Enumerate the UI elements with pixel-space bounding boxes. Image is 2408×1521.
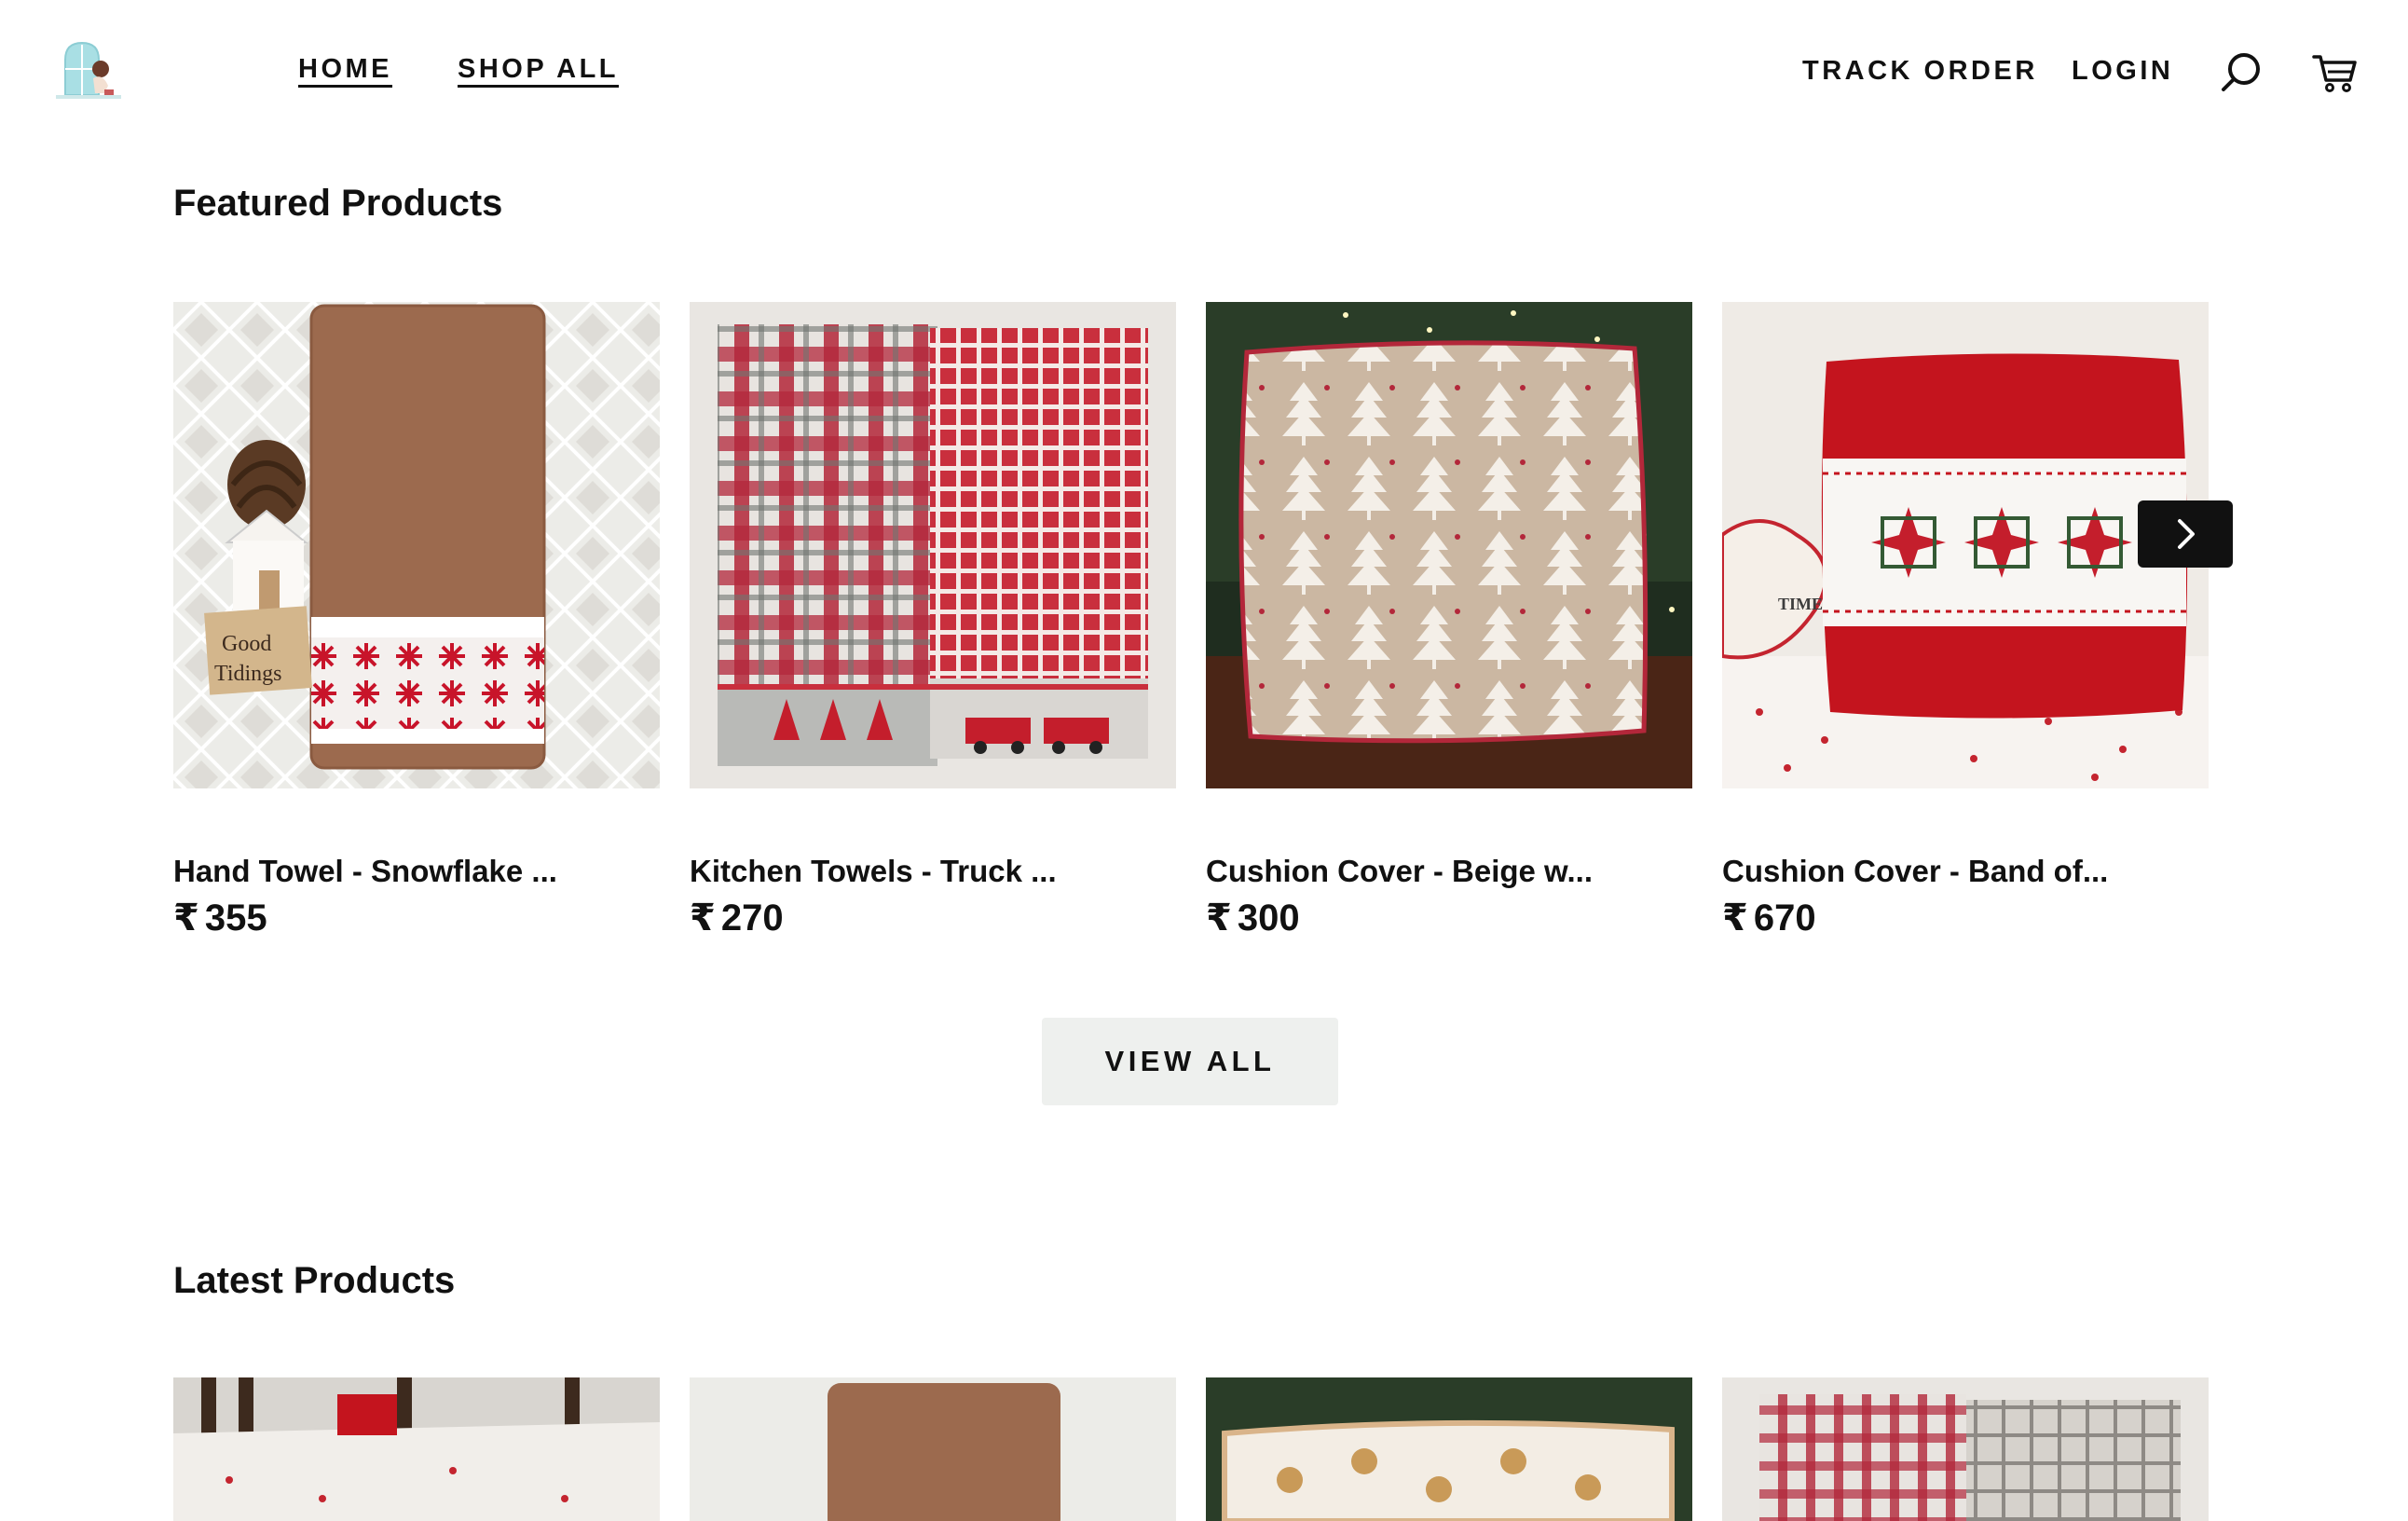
product-card[interactable]: Good Tidings Hand Towel - Snowflake ... …: [173, 302, 660, 939]
currency-symbol: ₹: [1722, 898, 1748, 939]
product-image[interactable]: TIME: [1722, 302, 2209, 788]
chevron-right-icon: [2178, 519, 2195, 549]
cart-icon[interactable]: [2311, 48, 2360, 97]
nav-login[interactable]: LOGIN: [2072, 56, 2173, 87]
svg-text:Good: Good: [222, 632, 271, 656]
product-card[interactable]: Kitchen Towels - Truck ... ₹270: [690, 302, 1176, 939]
product-price: ₹300: [1206, 897, 1300, 939]
product-price: ₹670: [1722, 897, 1816, 939]
svg-text:TIME: TIME: [1778, 595, 1823, 613]
site-header: HOME SHOP ALL TRACK ORDER LOGIN: [0, 0, 2408, 140]
product-name[interactable]: Kitchen Towels - Truck ...: [690, 854, 1193, 889]
price-value: 670: [1753, 898, 1816, 939]
product-price: ₹355: [173, 897, 267, 939]
product-image[interactable]: [1722, 1377, 2209, 1521]
product-image[interactable]: Good Tidings: [173, 302, 660, 788]
logo[interactable]: [52, 37, 132, 106]
product-image[interactable]: [1206, 1377, 1692, 1521]
price-value: 355: [204, 898, 267, 939]
featured-products-title: Featured Products: [173, 183, 503, 224]
product-name[interactable]: Cushion Cover - Beige w...: [1206, 854, 1709, 889]
svg-text:Tidings: Tidings: [214, 662, 282, 686]
product-image[interactable]: [173, 1377, 660, 1521]
nav-shop-all[interactable]: SHOP ALL: [458, 54, 619, 85]
latest-products-title: Latest Products: [173, 1260, 456, 1301]
view-all-button[interactable]: VIEW ALL: [1042, 1018, 1338, 1105]
nav-track-order[interactable]: TRACK ORDER: [1802, 56, 2038, 87]
carousel-next-button[interactable]: [2138, 500, 2233, 568]
price-value: 300: [1237, 898, 1300, 939]
product-image[interactable]: [1206, 302, 1692, 788]
product-image[interactable]: [690, 302, 1176, 788]
currency-symbol: ₹: [690, 898, 716, 939]
nav-home[interactable]: HOME: [298, 54, 392, 85]
product-price: ₹270: [690, 897, 784, 939]
currency-symbol: ₹: [1206, 898, 1232, 939]
product-name[interactable]: Hand Towel - Snowflake ...: [173, 854, 677, 889]
product-card[interactable]: Cushion Cover - Beige w... ₹300: [1206, 302, 1692, 939]
currency-symbol: ₹: [173, 898, 199, 939]
product-card[interactable]: TIME Cushion Cover - Band of... ₹670: [1722, 302, 2209, 939]
price-value: 270: [720, 898, 784, 939]
product-image[interactable]: [690, 1377, 1176, 1521]
search-icon[interactable]: [2218, 48, 2266, 97]
product-name[interactable]: Cushion Cover - Band of...: [1722, 854, 2225, 889]
